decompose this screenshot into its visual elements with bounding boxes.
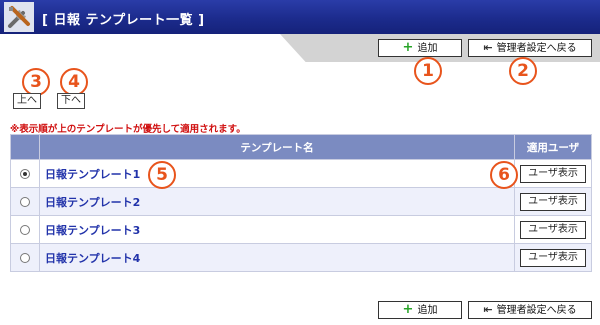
table-row: 日報テンプレート4 ユーザ表示 bbox=[10, 243, 592, 272]
template-name-link[interactable]: 日報テンプレート1 bbox=[40, 168, 140, 181]
marker-3: 3 bbox=[22, 68, 50, 96]
back-to-admin-button-bottom[interactable]: ⇤ 管理者設定へ戻る bbox=[468, 301, 592, 319]
back-arrow-icon: ⇤ bbox=[483, 41, 493, 54]
row-select-radio[interactable] bbox=[20, 224, 30, 235]
title-bar: [ 日報 テンプレート一覧 ] bbox=[0, 0, 600, 34]
template-table: テンプレート名 適用ユーザ 日報テンプレート1 ユーザ表示 日報テンプレート2 … bbox=[10, 134, 592, 272]
back-to-admin-button[interactable]: ⇤ 管理者設定へ戻る bbox=[468, 39, 592, 57]
select-column-header bbox=[10, 134, 40, 160]
priority-note: ※表示順が上のテンプレートが優先して適用されます。 bbox=[10, 124, 246, 135]
add-button-bottom[interactable]: + 追加 bbox=[378, 301, 462, 319]
plus-icon: + bbox=[402, 40, 414, 55]
show-users-button[interactable]: ユーザ表示 bbox=[520, 248, 586, 267]
row-select-radio[interactable] bbox=[20, 252, 30, 263]
template-name-link[interactable]: 日報テンプレート2 bbox=[40, 196, 140, 209]
back-arrow-icon: ⇤ bbox=[483, 303, 493, 316]
add-button-label: 追加 bbox=[417, 305, 438, 316]
tools-icon bbox=[4, 2, 34, 32]
template-name-link[interactable]: 日報テンプレート3 bbox=[40, 224, 140, 237]
back-button-label: 管理者設定へ戻る bbox=[496, 43, 577, 54]
page-title: [ 日報 テンプレート一覧 ] bbox=[42, 13, 205, 28]
table-row: 日報テンプレート2 ユーザ表示 bbox=[10, 187, 592, 216]
template-name-link[interactable]: 日報テンプレート4 bbox=[40, 252, 140, 265]
marker-2: 2 bbox=[509, 57, 537, 85]
marker-1: 1 bbox=[414, 57, 442, 85]
marker-4: 4 bbox=[60, 68, 88, 96]
plus-icon: + bbox=[402, 302, 414, 317]
table-row: 日報テンプレート3 ユーザ表示 bbox=[10, 215, 592, 244]
row-select-radio[interactable] bbox=[20, 168, 30, 179]
apply-user-header: 適用ユーザ bbox=[514, 134, 592, 160]
add-button[interactable]: + 追加 bbox=[378, 39, 462, 57]
show-users-button[interactable]: ユーザ表示 bbox=[520, 220, 586, 239]
template-name-header: テンプレート名 bbox=[39, 134, 515, 160]
marker-5: 5 bbox=[148, 161, 176, 189]
show-users-button[interactable]: ユーザ表示 bbox=[520, 164, 586, 183]
move-up-button[interactable]: 上へ bbox=[13, 93, 41, 109]
marker-6: 6 bbox=[490, 161, 518, 189]
table-header-row: テンプレート名 適用ユーザ bbox=[10, 134, 592, 160]
show-users-button[interactable]: ユーザ表示 bbox=[520, 192, 586, 211]
back-button-label: 管理者設定へ戻る bbox=[496, 305, 577, 316]
row-select-radio[interactable] bbox=[20, 196, 30, 207]
move-down-button[interactable]: 下へ bbox=[57, 93, 85, 109]
add-button-label: 追加 bbox=[417, 43, 438, 54]
